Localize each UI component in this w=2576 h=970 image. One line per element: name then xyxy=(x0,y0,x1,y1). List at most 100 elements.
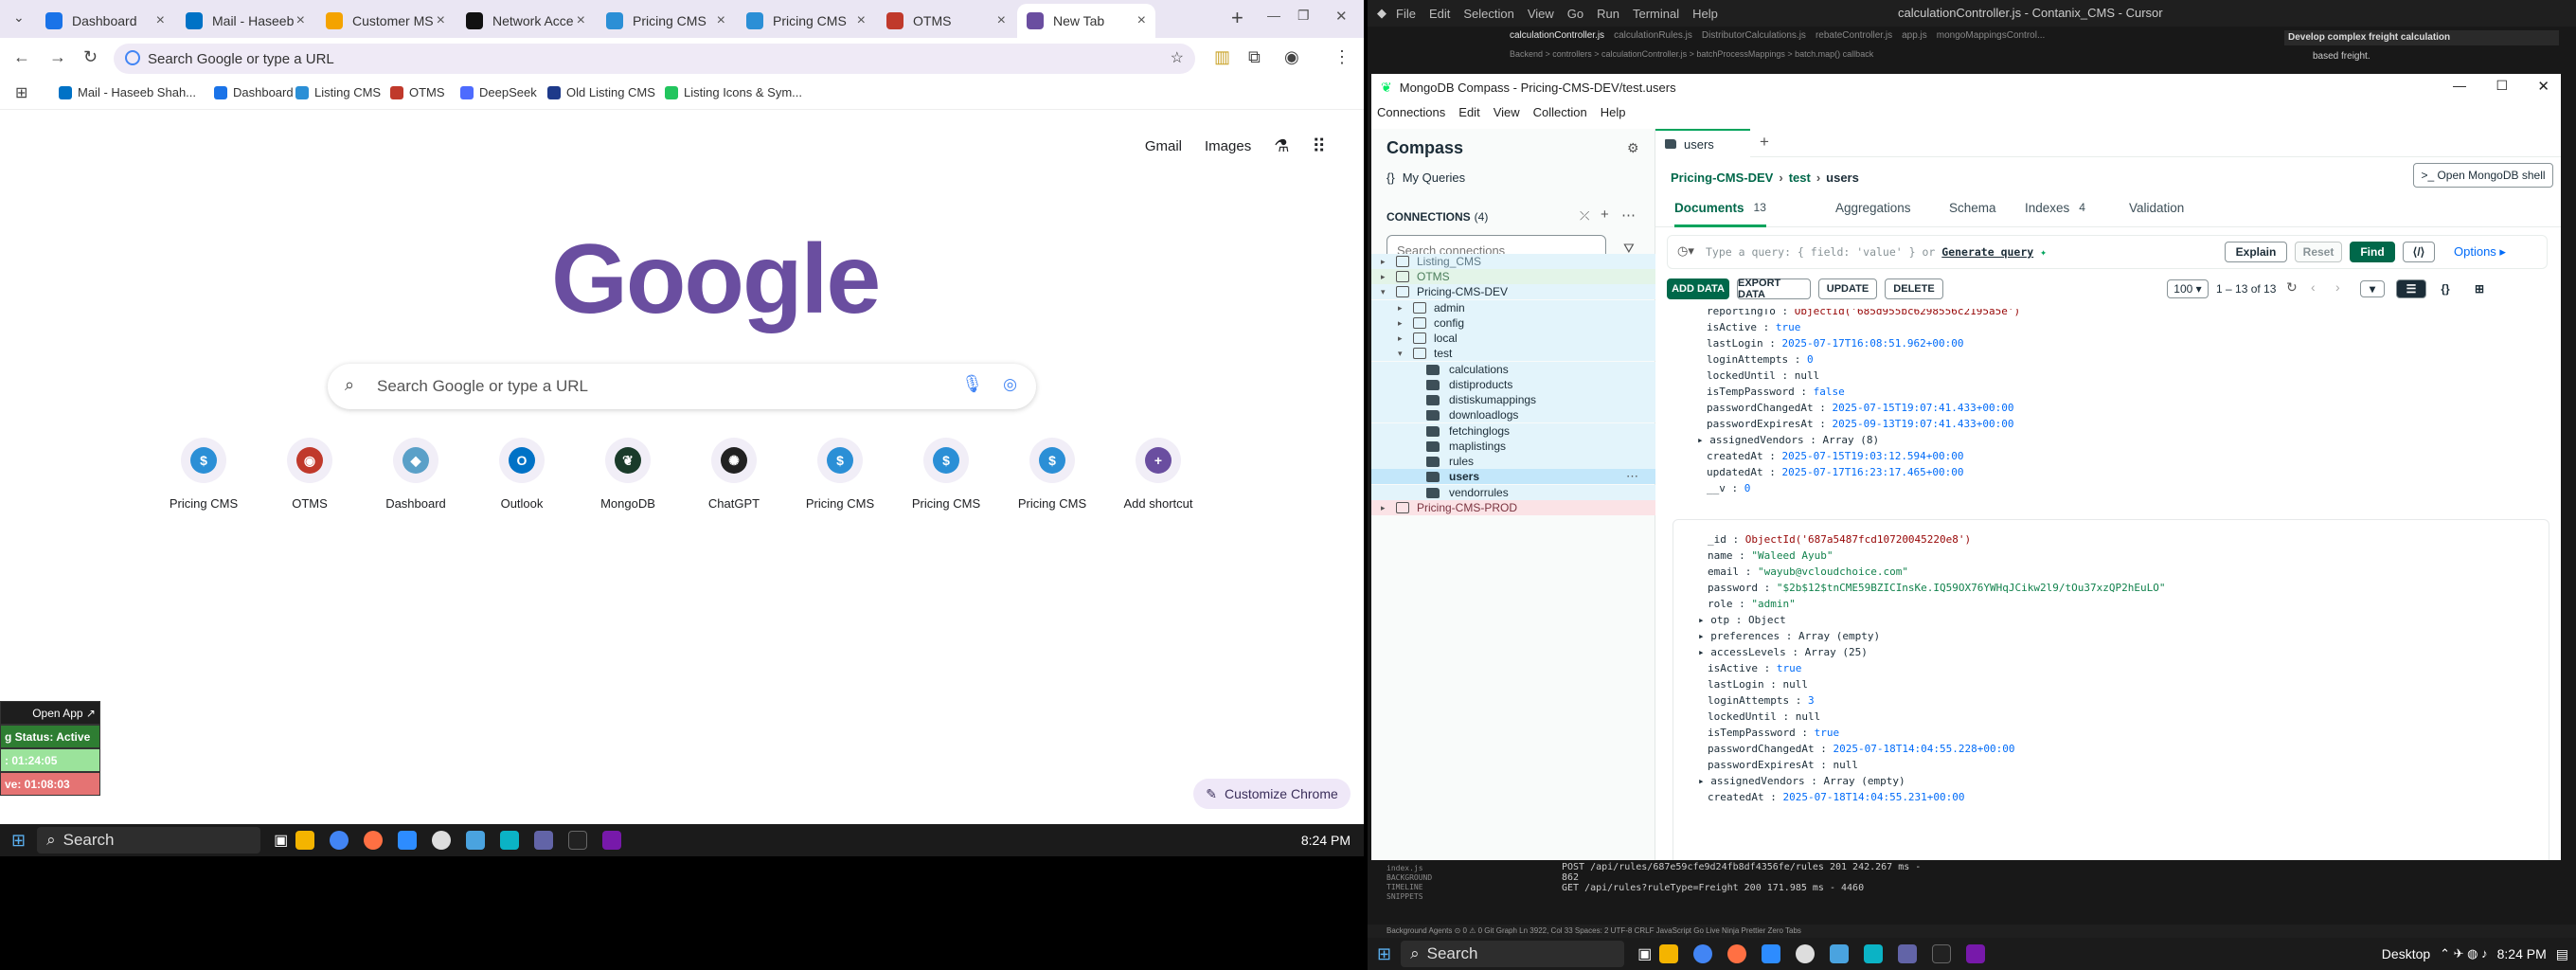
extension-chart-icon[interactable]: ▥ xyxy=(1214,47,1230,67)
tab-close-icon[interactable]: × xyxy=(156,12,165,29)
cursor-menu-item[interactable]: Edit xyxy=(1429,7,1450,21)
file-explorer-icon[interactable] xyxy=(295,831,315,850)
tree-item-local[interactable]: ▸ local xyxy=(1371,331,1655,346)
caret-right-icon[interactable]: ▸ xyxy=(1398,303,1409,314)
teams-icon[interactable] xyxy=(534,831,554,850)
field-key[interactable]: ▸ assignedVendors xyxy=(1697,434,1804,446)
cursor-menu-item[interactable]: Terminal xyxy=(1633,7,1679,21)
cursor-app-icon[interactable] xyxy=(568,831,588,850)
field-key[interactable]: ▸ assignedVendors xyxy=(1698,775,1805,787)
subtab-validation[interactable]: Validation xyxy=(2129,201,2184,227)
restore-icon[interactable]: ❐ xyxy=(1297,8,1310,24)
new-tab-icon[interactable]: + xyxy=(1760,133,1769,152)
tab-close-icon[interactable]: × xyxy=(1137,12,1146,29)
customize-chrome-button[interactable]: ✎ Customize Chrome xyxy=(1193,779,1351,809)
cursor-menu-item[interactable]: Help xyxy=(1692,7,1718,21)
generate-query-link[interactable]: Generate query xyxy=(1941,245,2033,259)
next-page-icon[interactable]: › xyxy=(2335,279,2340,295)
tree-item-rules[interactable]: rules xyxy=(1371,454,1655,469)
history-clock-icon[interactable]: ◷▾ xyxy=(1677,243,1694,259)
caret-right-icon[interactable]: ▸ xyxy=(1381,257,1392,267)
pen-app-icon[interactable] xyxy=(500,831,520,850)
chrome-icon[interactable] xyxy=(330,831,349,850)
obs-icon[interactable] xyxy=(432,831,452,850)
tree-item-test[interactable]: ▾ test xyxy=(1371,346,1655,361)
tab-close-icon[interactable]: × xyxy=(437,12,445,29)
editor-tab[interactable]: DistributorCalculations.js xyxy=(1702,30,1806,41)
images-link[interactable]: Images xyxy=(1205,138,1251,154)
tree-item-calculations[interactable]: calculations xyxy=(1371,362,1655,377)
windows-start-icon[interactable]: ⊞ xyxy=(1377,944,1391,964)
tree-item-maplistings[interactable]: maplistings xyxy=(1371,439,1655,454)
shortcut-tile[interactable]: O Outlook xyxy=(470,438,574,511)
caret-right-icon[interactable]: ▸ xyxy=(1381,272,1392,282)
bookmark-item[interactable]: Listing Icons & Sym... xyxy=(665,85,802,99)
workspace-tab-users[interactable]: users xyxy=(1655,129,1750,157)
zoom-icon[interactable] xyxy=(1762,944,1781,963)
cursor-menu-item[interactable]: Selection xyxy=(1463,7,1513,21)
code-toggle-icon[interactable]: ⟨/⟩ xyxy=(2403,242,2435,262)
taskbar-search[interactable]: ⌕ Search xyxy=(1401,941,1625,967)
delete-button[interactable]: DELETE xyxy=(1885,278,1943,299)
tree-item-vendorrules[interactable]: vendorrules xyxy=(1371,485,1655,500)
more-options-icon[interactable]: ⋯ xyxy=(1621,207,1636,224)
field-key[interactable]: ▸ otp xyxy=(1698,614,1729,626)
subtab-documents[interactable]: Documents 13 xyxy=(1674,201,1766,227)
firefox-icon[interactable] xyxy=(1727,944,1747,963)
bookmark-item[interactable]: DeepSeek xyxy=(460,85,537,99)
tree-item-distiproducts[interactable]: distiproducts xyxy=(1371,377,1655,392)
tree-item-admin[interactable]: ▸ admin xyxy=(1371,300,1655,315)
taskbar-search[interactable]: ⌕ Search xyxy=(37,827,261,853)
editor-tab[interactable]: calculationController.js xyxy=(1510,30,1604,41)
kebab-menu-icon[interactable]: ⋮ xyxy=(1333,47,1351,67)
shortcut-tile[interactable]: $ Pricing CMS xyxy=(788,438,892,511)
browser-tab[interactable]: Mail - Haseeb × xyxy=(176,4,314,38)
bookmark-item[interactable]: Old Listing CMS xyxy=(547,85,655,99)
explorer-item[interactable]: SNIPPETS xyxy=(1386,892,1432,902)
open-app-button[interactable]: Open App ↗ xyxy=(0,701,100,725)
collapse-all-icon[interactable]: ⤫ xyxy=(1580,208,1589,224)
cursor-menu-item[interactable]: View xyxy=(1528,7,1554,21)
tab-close-icon[interactable]: × xyxy=(577,12,585,29)
tray-icons[interactable]: ⌃ ✈ ◍ ♪ xyxy=(2440,946,2487,961)
task-view-icon[interactable]: ▣ xyxy=(1637,944,1652,963)
my-queries-link[interactable]: {} My Queries xyxy=(1386,171,1465,185)
close-icon[interactable]: ✕ xyxy=(1335,8,1348,25)
new-tab-icon[interactable]: + xyxy=(1231,6,1243,30)
caret-right-icon[interactable]: ▸ xyxy=(1381,503,1392,513)
minimize-icon[interactable]: — xyxy=(1267,8,1280,23)
vpn-icon[interactable] xyxy=(1830,944,1850,963)
shortcut-tile[interactable]: ❦ MongoDB xyxy=(576,438,680,511)
gmail-link[interactable]: Gmail xyxy=(1145,138,1182,154)
notifications-icon[interactable]: ▤ xyxy=(2556,946,2568,962)
compass-menu-item[interactable]: Collection xyxy=(1533,105,1587,119)
export-data-button[interactable]: EXPORT DATA xyxy=(1737,278,1811,300)
file-explorer-icon[interactable] xyxy=(1659,944,1679,963)
teams-icon[interactable] xyxy=(1898,944,1918,963)
find-button[interactable]: Find xyxy=(2350,242,2395,262)
windows-start-icon[interactable]: ⊞ xyxy=(11,831,26,851)
tree-item-fetchinglogs[interactable]: fetchinglogs xyxy=(1371,423,1655,439)
subtab-aggregations[interactable]: Aggregations xyxy=(1835,201,1911,227)
obs-icon[interactable] xyxy=(1796,944,1816,963)
compass-menu-item[interactable]: Connections xyxy=(1377,105,1445,119)
add-data-button[interactable]: ADD DATA xyxy=(1667,278,1729,299)
cursor-app-icon[interactable] xyxy=(1932,944,1952,963)
tree-item-downloadlogs[interactable]: downloadlogs xyxy=(1371,407,1655,422)
caret-down-icon[interactable]: ▾ xyxy=(1381,287,1392,297)
editor-tab[interactable]: calculationRules.js xyxy=(1614,30,1692,41)
reload-icon[interactable]: ↻ xyxy=(83,47,98,67)
maximize-icon[interactable]: ☐ xyxy=(2496,78,2508,94)
collapse-icon[interactable]: ▾ xyxy=(2360,280,2385,297)
page-size-select[interactable]: 100 ▾ xyxy=(2167,279,2209,298)
pen-app-icon[interactable] xyxy=(1864,944,1884,963)
extensions-puzzle-icon[interactable]: ⧉ xyxy=(1248,47,1261,67)
onenote-icon[interactable] xyxy=(1966,944,1986,963)
tree-item-listing_cms[interactable]: ▸ Listing_CMS xyxy=(1371,254,1655,269)
settings-gear-icon[interactable]: ⚙ xyxy=(1627,140,1639,156)
field-key[interactable]: ▸ accessLevels xyxy=(1698,646,1786,658)
browser-tab[interactable]: OTMS × xyxy=(877,4,1015,38)
subtab-indexes[interactable]: Indexes 4 xyxy=(2025,201,2085,227)
explorer-item[interactable]: BACKGROUND xyxy=(1386,873,1432,883)
browser-tab[interactable]: Pricing CMS × xyxy=(737,4,875,38)
